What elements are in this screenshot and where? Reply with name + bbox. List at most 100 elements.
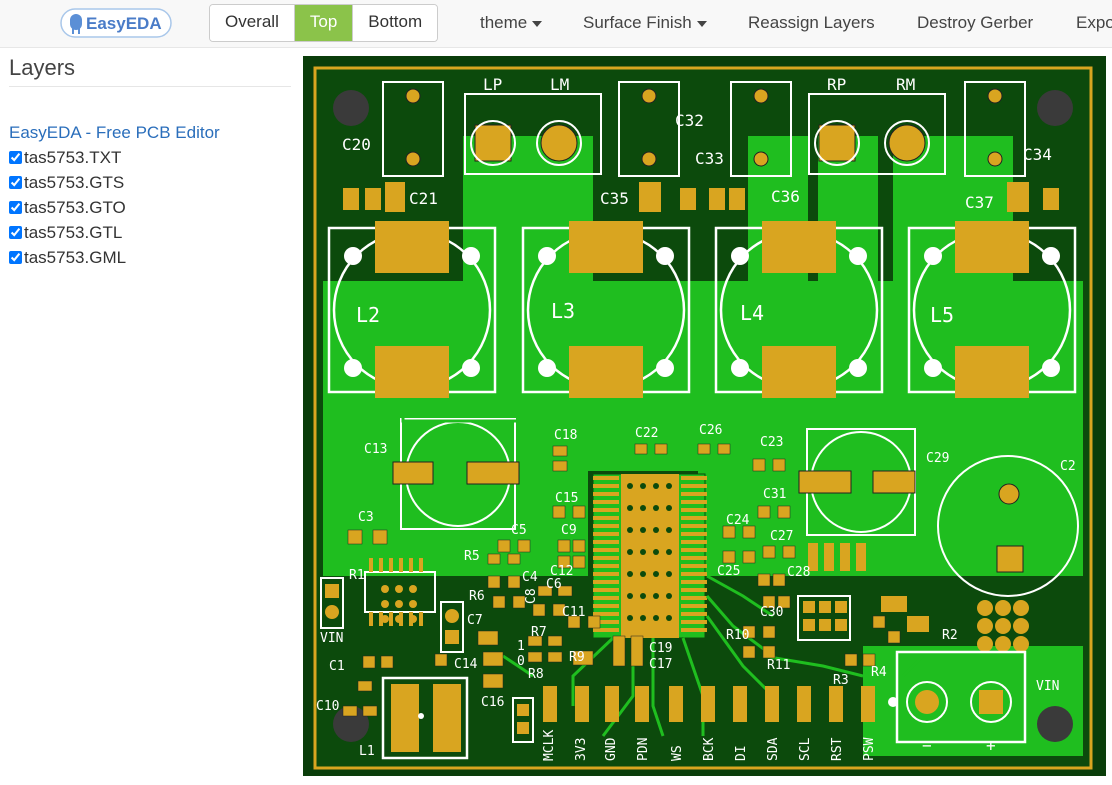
pin-label-ws: WS: [670, 745, 685, 761]
ref-c18: C18: [554, 428, 577, 443]
layer-checkbox-gtl[interactable]: [9, 226, 22, 239]
reassign-layers-menu[interactable]: Reassign Layers: [748, 0, 875, 46]
ref-r9: R9: [569, 650, 585, 665]
export-menu[interactable]: Expo: [1076, 0, 1112, 46]
ref-l5: L5: [930, 303, 954, 327]
ref-c22: C22: [635, 426, 658, 441]
surface-finish-menu-label: Surface Finish: [583, 13, 692, 32]
ref-rm: RM: [896, 75, 915, 94]
pin-label-bck: BCK: [702, 737, 717, 761]
top-navbar: EasyEDA Overall Top Bottom theme Surface…: [0, 0, 1112, 48]
layer-item-gtl: tas5753.GTL: [9, 220, 291, 245]
ref-c23: C23: [760, 435, 783, 450]
ref-c4: C4: [522, 570, 538, 585]
ref-c19: C19: [649, 641, 672, 656]
ref-r5: R5: [464, 549, 480, 564]
ref-r3: R3: [833, 673, 849, 688]
overall-button[interactable]: Overall: [210, 5, 295, 41]
bottom-button[interactable]: Bottom: [353, 5, 438, 41]
ref-c7: C7: [467, 613, 483, 628]
theme-menu[interactable]: theme: [480, 0, 543, 46]
layer-label-gml: tas5753.GML: [24, 248, 127, 267]
layer-item-gto: tas5753.GTO: [9, 195, 291, 220]
ref-l4: L4: [740, 301, 764, 325]
layers-sidebar: Layers EasyEDA - Free PCB Editor tas5753…: [9, 50, 291, 270]
easyeda-logo[interactable]: EasyEDA: [60, 8, 172, 38]
ref-r2: R2: [942, 628, 958, 643]
ref-minus: −: [922, 736, 932, 755]
ref-c21: C21: [409, 189, 438, 208]
ref-c35: C35: [600, 189, 629, 208]
layer-label-gtl: tas5753.GTL: [24, 223, 123, 242]
ref-c34: C34: [1023, 145, 1052, 164]
ref-c24: C24: [726, 513, 750, 528]
ref-lm: LM: [550, 75, 569, 94]
theme-menu-label: theme: [480, 13, 528, 32]
ref-c6: C6: [546, 577, 562, 592]
ref-c33: C33: [695, 149, 724, 168]
ref-c30: C30: [760, 605, 783, 620]
ref-r10: R10: [726, 628, 749, 643]
ref-r4: R4: [871, 665, 887, 680]
ref-c27: C27: [770, 529, 793, 544]
layers-title: Layers: [9, 55, 76, 80]
ref-c3: C3: [358, 510, 374, 525]
ref-c28: C28: [787, 565, 810, 580]
layer-item-gml: tas5753.GML: [9, 245, 291, 270]
pin-label-scl: SCL: [798, 737, 813, 761]
layer-label-txt: tas5753.TXT: [24, 148, 122, 167]
ref-c13: C13: [364, 442, 387, 457]
chevron-down-icon: [532, 20, 543, 27]
ref-c37: C37: [965, 193, 994, 212]
ref-r6: R6: [469, 589, 485, 604]
pin-label-pdn: PDN: [636, 738, 651, 761]
ref-c29: C29: [926, 451, 949, 466]
pcb-board-view[interactable]: C20 C21 C32 C33 C34 C35 C36 C37 LP LM RP…: [303, 56, 1106, 776]
layer-checkbox-txt[interactable]: [9, 151, 22, 164]
ref-c36: C36: [771, 187, 800, 206]
ref-c26: C26: [699, 423, 722, 438]
pin-label-psw: PSW: [862, 737, 877, 761]
ref-l2: L2: [356, 303, 380, 327]
destroy-gerber-menu[interactable]: Destroy Gerber: [917, 0, 1033, 46]
ref-lp: LP: [483, 75, 502, 94]
layer-item-gts: tas5753.GTS: [9, 170, 291, 195]
layer-checkbox-gml[interactable]: [9, 251, 22, 264]
ref-one: 1: [517, 639, 525, 654]
ref-c25: C25: [717, 564, 740, 579]
ref-c20: C20: [342, 135, 371, 154]
divider: [9, 86, 291, 87]
ref-c5: C5: [511, 523, 527, 538]
surface-finish-menu[interactable]: Surface Finish: [583, 0, 707, 46]
chevron-down-icon: [696, 20, 707, 27]
pin-label-di: DI: [734, 745, 749, 761]
top-button[interactable]: Top: [294, 5, 354, 41]
ref-c17: C17: [649, 657, 672, 672]
ref-c1: C1: [329, 659, 345, 674]
layer-checkbox-gto[interactable]: [9, 201, 22, 214]
ref-c14: C14: [454, 657, 478, 672]
free-pcb-editor-link[interactable]: EasyEDA - Free PCB Editor: [9, 121, 291, 145]
ref-l3: L3: [551, 299, 575, 323]
ref-zero: 0: [517, 654, 525, 669]
ref-r1: R1: [349, 568, 365, 583]
view-button-group: Overall Top Bottom: [209, 4, 439, 42]
ref-c15: C15: [555, 491, 578, 506]
pin-label-gnd: GND: [604, 737, 619, 761]
pin-label-rst: RST: [830, 737, 845, 761]
ref-r8: R8: [528, 667, 544, 682]
ref-c31: C31: [763, 487, 786, 502]
ref-rp: RP: [827, 75, 846, 94]
ref-vin-left: VIN: [320, 631, 343, 646]
layer-label-gto: tas5753.GTO: [24, 198, 126, 217]
layer-label-gts: tas5753.GTS: [24, 173, 125, 192]
logo-text: EasyEDA: [86, 14, 162, 33]
ref-c8: C8: [524, 588, 539, 604]
ref-l1: L1: [359, 744, 375, 759]
ref-c9: C9: [561, 523, 577, 538]
ref-c10: C10: [316, 699, 339, 714]
layer-checkbox-gts[interactable]: [9, 176, 22, 189]
ref-c16: C16: [481, 695, 504, 710]
ref-c32: C32: [675, 111, 704, 130]
ref-c2: C2: [1060, 459, 1076, 474]
